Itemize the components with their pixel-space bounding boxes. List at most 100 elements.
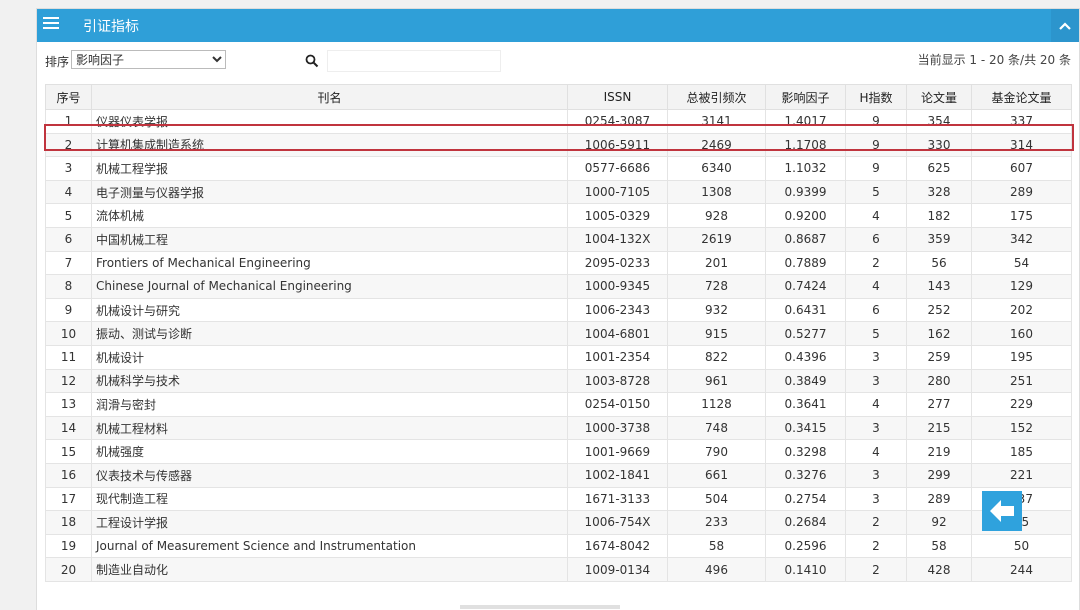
table-cell: 1004-132X	[567, 226, 668, 252]
table-cell: 7	[45, 250, 92, 276]
table-cell: 14	[45, 415, 92, 441]
journal-name-cell[interactable]: 工程设计学报	[91, 510, 568, 535]
journal-name-cell[interactable]: 中国机械工程	[91, 226, 568, 252]
table-row[interactable]: 17现代制造工程1671-31335040.27543289237	[45, 486, 1072, 512]
table-cell: 0.3298	[765, 439, 846, 464]
table-cell: 337	[971, 109, 1072, 134]
journal-name-cell[interactable]: 振动、测试与诊断	[91, 321, 568, 346]
table-cell: 219	[906, 439, 972, 464]
scroll-indicator	[460, 605, 620, 609]
table-cell: 504	[667, 486, 766, 512]
table-cell: 0577-6686	[567, 156, 668, 181]
table-cell: 1000-9345	[567, 274, 668, 299]
table-cell: 428	[906, 557, 972, 582]
journal-name-cell[interactable]: Chinese Journal of Mechanical Engineerin…	[91, 274, 568, 299]
journal-name-cell[interactable]: 机械工程学报	[91, 156, 568, 181]
table-cell: 4	[845, 274, 907, 299]
table-row[interactable]: 18工程设计学报1006-754X2330.268429285	[45, 510, 1072, 535]
journal-name-cell[interactable]: 电子测量与仪器学报	[91, 179, 568, 205]
journal-name-cell[interactable]: Frontiers of Mechanical Engineering	[91, 250, 568, 276]
table-row[interactable]: 5 流体机械 1005-0329 928 0.9200 4 182 175	[45, 203, 1072, 228]
table-cell: 0.6431	[765, 297, 846, 323]
table-cell: 162	[906, 321, 972, 346]
journal-name-cell[interactable]: 仪器仪表学报	[91, 109, 568, 134]
table-cell: 3	[845, 344, 907, 370]
table-cell: 215	[906, 415, 972, 441]
table-row[interactable]: 15 机械强度 1001-9669 790 0.3298 4 219 185	[45, 439, 1072, 464]
sort-select[interactable]: 影响因子	[71, 50, 226, 69]
journal-name-cell[interactable]: 机械设计	[91, 344, 568, 370]
table-row[interactable]: 19 Journal of Measurement Science and Ins…	[45, 533, 1072, 559]
journal-name-cell[interactable]: 现代制造工程	[91, 486, 568, 512]
table-cell: 3	[845, 462, 907, 488]
search-input[interactable]	[327, 50, 501, 72]
table-row[interactable]: 1 仪器仪表学报 0254-3087 3141 1.4017 9 354 337	[45, 109, 1072, 134]
journal-name-cell[interactable]: 流体机械	[91, 203, 568, 228]
col-header[interactable]: 影响因子	[765, 84, 846, 110]
table-cell: 289	[906, 486, 972, 512]
table-cell: 932	[667, 297, 766, 323]
sort-label: 排序	[45, 55, 70, 69]
table-cell: 354	[906, 109, 972, 134]
table-cell: 1005-0329	[567, 203, 668, 228]
table-row[interactable]: 16 仪表技术与传感器 1002-1841 661 0.3276 3 299 221	[45, 462, 1072, 488]
journal-name-cell[interactable]: Journal of Measurement Science and Instr…	[91, 533, 568, 559]
table-cell: 20	[45, 557, 92, 582]
table-row[interactable]: 14 机械工程材料 1000-3738 748 0.3415 3 215 152	[45, 415, 1072, 441]
table-cell: 822	[667, 344, 766, 370]
citation-panel: 引证指标 排序 影响因子 当前显示 1 - 20 条/共 20 条 序号 刊名	[36, 8, 1080, 610]
journal-name-cell[interactable]: 润滑与密封	[91, 392, 568, 417]
table-row[interactable]: 7 Frontiers of Mechanical Engineering 2095…	[45, 250, 1072, 276]
table-row[interactable]: 11 机械设计 1001-2354 822 0.4396 3 259 195	[45, 344, 1072, 370]
col-header[interactable]: 基金论文量	[971, 84, 1072, 110]
search-icon[interactable]	[305, 54, 319, 68]
table-row[interactable]: 12 机械科学与技术 1003-8728 961 0.3849 3 280 251	[45, 368, 1072, 394]
table-row[interactable]: 13 润滑与密封 0254-0150 1128 0.3641 4 277 229	[45, 392, 1072, 417]
col-header[interactable]: 论文量	[906, 84, 972, 110]
table-row[interactable]: 2 计算机集成制造系统 1006-5911 2469 1.1708 9 330 314	[45, 132, 1072, 158]
table-row[interactable]: 3 机械工程学报 0577-6686 6340 1.1032 9 625 607	[45, 156, 1072, 181]
table-row[interactable]: 8 Chinese Journal of Mechanical Engineeri…	[45, 274, 1072, 299]
journal-name-cell[interactable]: 机械工程材料	[91, 415, 568, 441]
table-cell: 330	[906, 132, 972, 158]
collapse-button[interactable]	[1051, 9, 1079, 42]
table-cell: 5	[845, 179, 907, 205]
table-cell: 6	[45, 226, 92, 252]
col-header[interactable]: ISSN	[567, 84, 668, 110]
table-cell: 1003-8728	[567, 368, 668, 394]
table-cell: 152	[971, 415, 1072, 441]
table-cell: 9	[845, 109, 907, 134]
table-cell: 175	[971, 203, 1072, 228]
table-row[interactable]: 20 制造业自动化 1009-0134 496 0.1410 2 428 244	[45, 557, 1072, 582]
table-cell: 1.1032	[765, 156, 846, 181]
table-row[interactable]: 10 振动、测试与诊断 1004-6801 915 0.5277 5 162 160	[45, 321, 1072, 346]
back-button[interactable]	[982, 491, 1022, 531]
table-cell: 3	[845, 415, 907, 441]
table-cell: 4	[45, 179, 92, 205]
table-row[interactable]: 6 中国机械工程 1004-132X 2619 0.8687 6 359 342	[45, 226, 1072, 252]
table-cell: 961	[667, 368, 766, 394]
table-row[interactable]: 4 电子测量与仪器学报 1000-7105 1308 0.9399 5 328 289	[45, 179, 1072, 205]
col-header[interactable]: H指数	[845, 84, 907, 110]
journal-name-cell[interactable]: 机械设计与研究	[91, 297, 568, 323]
journal-name-cell[interactable]: 计算机集成制造系统	[91, 132, 568, 158]
table-cell: 54	[971, 250, 1072, 276]
table-cell: 314	[971, 132, 1072, 158]
journal-name-cell[interactable]: 机械强度	[91, 439, 568, 464]
table-cell: 1	[45, 109, 92, 134]
table-cell: 928	[667, 203, 766, 228]
table-row[interactable]: 9 机械设计与研究 1006-2343 932 0.6431 6 252 202	[45, 297, 1072, 323]
table-cell: 748	[667, 415, 766, 441]
col-header[interactable]: 总被引频次	[667, 84, 766, 110]
col-header[interactable]: 刊名	[91, 84, 568, 110]
table-cell: 2619	[667, 226, 766, 252]
table-cell: 4	[845, 203, 907, 228]
journal-name-cell[interactable]: 机械科学与技术	[91, 368, 568, 394]
table-cell: 202	[971, 297, 1072, 323]
journal-name-cell[interactable]: 制造业自动化	[91, 557, 568, 582]
journal-table: 序号 刊名 ISSN 总被引频次 影响因子 H指数 论文量 基金论文量 1 仪器仪…	[45, 84, 1072, 582]
table-cell: 299	[906, 462, 972, 488]
col-header[interactable]: 序号	[45, 84, 92, 110]
table-cell: 0.3641	[765, 392, 846, 417]
journal-name-cell[interactable]: 仪表技术与传感器	[91, 462, 568, 488]
